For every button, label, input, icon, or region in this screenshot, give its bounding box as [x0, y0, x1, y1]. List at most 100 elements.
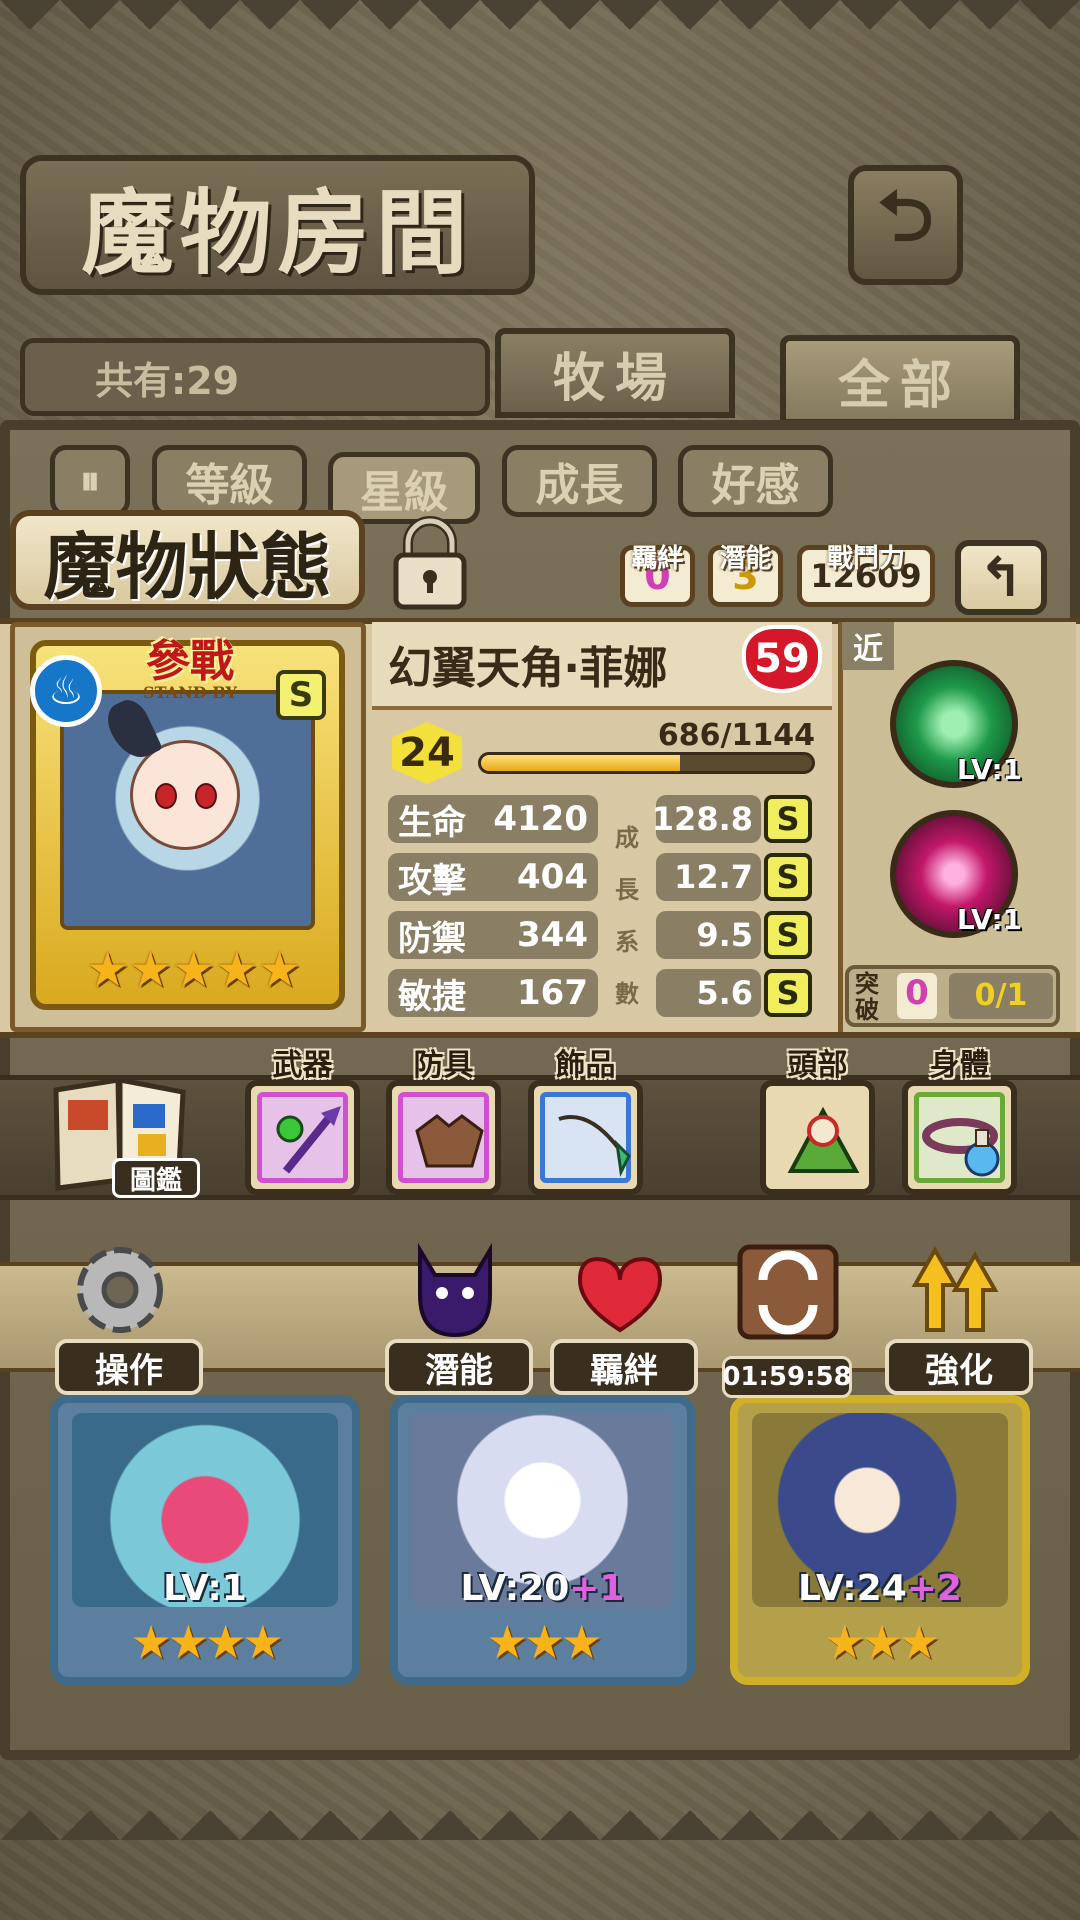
- monster-card-2[interactable]: LV:20+1 ★★★: [390, 1395, 695, 1685]
- lock-icon[interactable]: [390, 515, 470, 610]
- filter-growth[interactable]: 成長: [502, 445, 657, 517]
- monster-2-level: LV:20+1: [398, 1568, 687, 1609]
- monster-1-level: LV:1: [58, 1568, 352, 1609]
- slot-armor[interactable]: [386, 1080, 501, 1195]
- return-arrow-icon: ⮌: [877, 174, 934, 257]
- standby-badge: 參戰 STAND BY: [95, 625, 285, 702]
- filter-affection-label: 好感: [711, 460, 800, 511]
- potential-chip: 潛能 3: [708, 544, 783, 607]
- rice-dumpling-icon: [787, 1106, 860, 1173]
- tab-ranch[interactable]: 牧場: [495, 328, 735, 418]
- filter-affection[interactable]: 好感: [678, 445, 833, 517]
- star-icon: ★: [258, 942, 302, 998]
- monster-2-level-text: LV:20: [460, 1568, 570, 1609]
- stat-hp-value: 4120: [493, 799, 588, 839]
- star-icon: ★: [86, 942, 130, 998]
- stat-atk-label: 攻擊: [398, 860, 466, 901]
- range-badge: 近: [842, 622, 894, 670]
- growth-agi: 5.6: [656, 969, 761, 1017]
- breakthrough-box: 突破 0 0/1: [845, 965, 1060, 1027]
- monster-1-level-text: LV:1: [163, 1568, 247, 1609]
- skill-1-icon[interactable]: LV:1: [890, 660, 1022, 788]
- top-border: [0, 0, 1080, 60]
- exchange-timer: 01:59:58: [722, 1356, 852, 1398]
- exp-bar-fill: [481, 755, 680, 771]
- standby-text: 參戰: [146, 636, 234, 687]
- growth-label-2: 長: [615, 876, 639, 904]
- stat-def-label: 防禦: [398, 918, 466, 959]
- collar-bottle-icon: [922, 1118, 1000, 1177]
- operate-button[interactable]: 操作: [55, 1235, 203, 1395]
- left-eye: [155, 783, 177, 809]
- growth-atk: 12.7: [656, 853, 761, 901]
- monster-card-1[interactable]: LV:1 ★★★★: [50, 1395, 360, 1685]
- bottom-border: [0, 1780, 1080, 1840]
- page-title: 魔物房間: [20, 155, 535, 295]
- affection-value: 59: [754, 636, 810, 682]
- monster-face: [130, 740, 240, 850]
- filter-star-label: 星級: [360, 467, 448, 518]
- filter-level-label: 等級: [185, 460, 274, 511]
- skill-2-level: LV:1: [956, 903, 1022, 936]
- enhance-button[interactable]: 強化: [885, 1235, 1033, 1395]
- sort-order-button[interactable]: ⏸: [50, 445, 130, 517]
- monster-3-stars: ★★★: [824, 1615, 940, 1669]
- status-back-button[interactable]: ↰: [955, 540, 1047, 615]
- skill-2-icon[interactable]: LV:1: [890, 810, 1022, 938]
- tab-all-label: 全部: [837, 355, 962, 416]
- monster-count-text: 共有:29: [95, 358, 240, 403]
- rank-badge: S: [276, 670, 326, 720]
- return-button[interactable]: ⮌: [848, 165, 963, 285]
- slot-accessory[interactable]: [528, 1080, 643, 1195]
- monster-3-level: LV:24+2: [738, 1568, 1022, 1609]
- monster-2-stars: ★★★: [486, 1615, 603, 1669]
- monster-1-stars: ★★★★: [130, 1615, 284, 1669]
- stat-agi: 敏捷 167: [388, 969, 598, 1017]
- back-arrow-icon: ↰: [978, 546, 1024, 609]
- skill-1-level: LV:1: [956, 753, 1022, 786]
- growth-label-1: 成: [615, 824, 639, 852]
- growth-def: 9.5: [656, 911, 761, 959]
- bond-button[interactable]: 羈絆: [550, 1235, 698, 1395]
- demon-silhouette-icon: [418, 1242, 492, 1338]
- operate-label: 操作: [55, 1339, 203, 1395]
- bond-chip: 羈絆 0: [620, 544, 695, 607]
- up-arrows-icon: [911, 1245, 999, 1332]
- slot-body[interactable]: [902, 1080, 1017, 1195]
- exp-text: 686/1144: [657, 718, 815, 753]
- tab-ranch-label: 牧場: [552, 348, 677, 409]
- monster-count: 共有:29: [20, 338, 490, 416]
- staff-icon: [276, 1106, 341, 1174]
- filter-growth-label: 成長: [535, 460, 624, 511]
- gear-icon: [77, 1247, 163, 1333]
- stat-atk-value: 404: [517, 857, 588, 897]
- tab-all[interactable]: 全部: [780, 335, 1020, 425]
- grade-agi: S: [764, 969, 812, 1017]
- breakthrough-progress: 0/1: [949, 973, 1053, 1019]
- growth-label-3: 系: [615, 928, 639, 956]
- potential-button[interactable]: 潛能: [385, 1235, 533, 1395]
- encyclopedia-label: 圖鑑: [112, 1158, 200, 1198]
- stat-hp: 生命 4120: [388, 795, 598, 843]
- standby-subtext: STAND BY: [143, 683, 237, 702]
- stat-hp-label: 生命: [398, 802, 466, 843]
- slot-head[interactable]: [760, 1080, 875, 1195]
- slot-body-label: 身體: [929, 1048, 990, 1083]
- stat-agi-value: 167: [517, 973, 588, 1013]
- star-icon: ★: [172, 942, 216, 998]
- bond-label-btn: 羈絆: [550, 1339, 698, 1395]
- monster-2-level-plus: +1: [569, 1568, 625, 1609]
- breakthrough-label: 突破: [855, 970, 879, 1024]
- star-icon: ★: [215, 942, 259, 998]
- water-element-icon: ♨: [30, 655, 102, 727]
- stat-agi-label: 敏捷: [398, 976, 466, 1017]
- grade-atk: S: [764, 853, 812, 901]
- monster-3-level-plus: +2: [906, 1568, 962, 1609]
- breakthrough-count: 0: [897, 973, 937, 1019]
- bond-label: 羈絆: [631, 544, 684, 574]
- slot-armor-label: 防具: [413, 1048, 474, 1083]
- monster-card-3[interactable]: LV:24+2 ★★★: [730, 1395, 1030, 1685]
- filter-level[interactable]: 等級: [152, 445, 307, 517]
- monster-3-level-text: LV:24: [798, 1568, 907, 1609]
- slot-weapon[interactable]: [245, 1080, 360, 1195]
